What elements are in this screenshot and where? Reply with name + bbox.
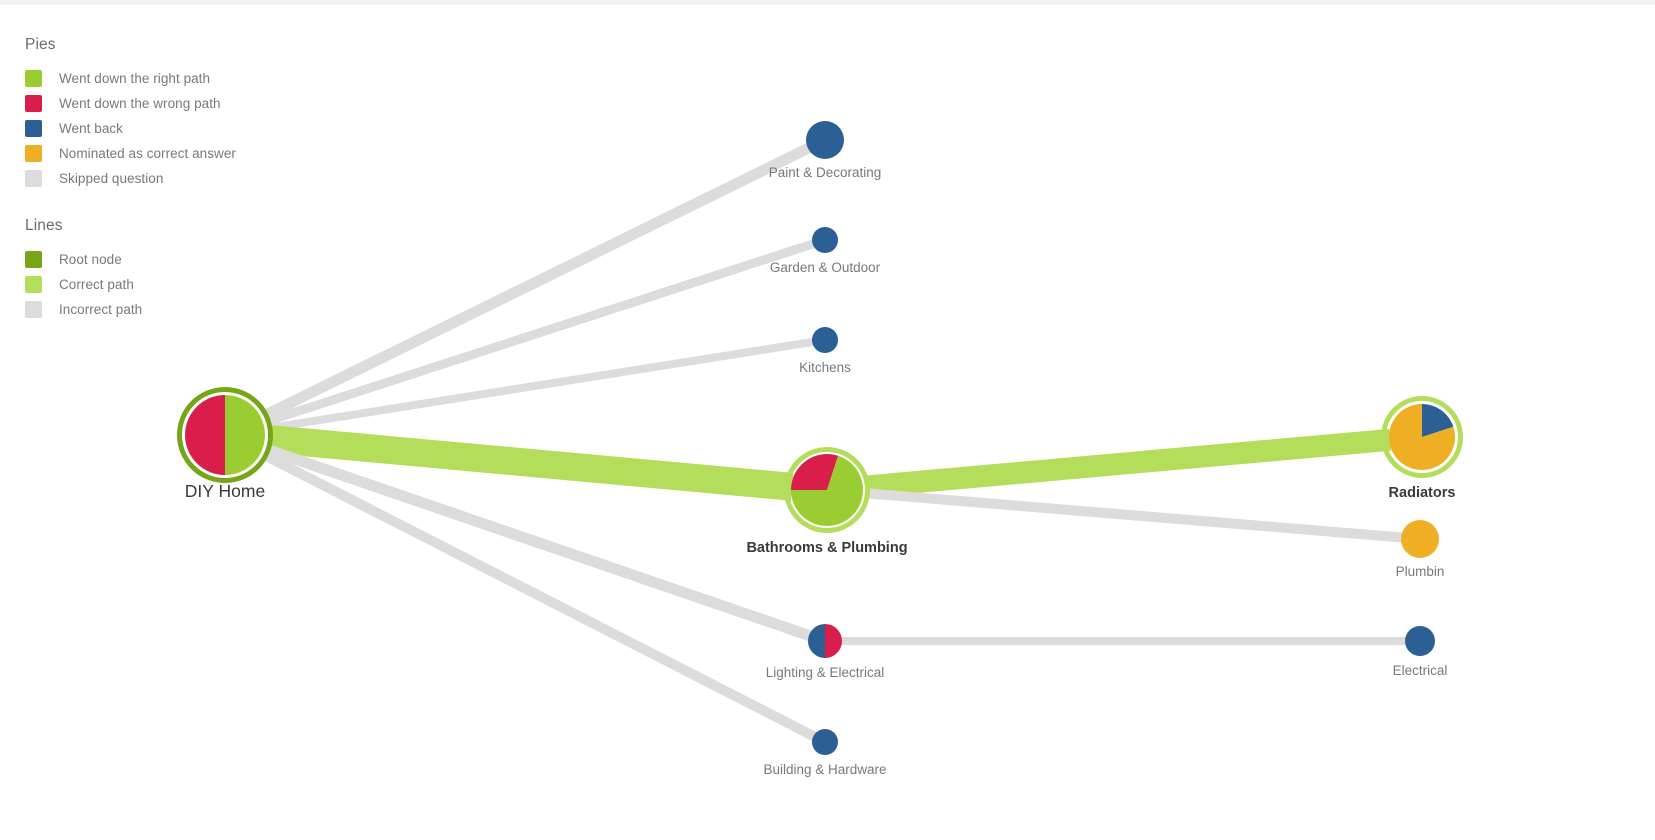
node-label-diy-home: DIY Home — [185, 481, 265, 501]
graph-node-paint-decorating[interactable] — [806, 121, 844, 159]
graph-node-bathrooms-plumbing[interactable] — [784, 447, 870, 533]
node-label-paint-decorating: Paint & Decorating — [769, 165, 882, 180]
graph-node-electrical[interactable] — [1405, 626, 1435, 656]
graph-node-building-hardware[interactable] — [812, 729, 838, 755]
node-pie-lighting-electrical-went_back — [808, 624, 825, 658]
node-label-plumbin: Plumbin — [1396, 564, 1445, 579]
graph-node-radiators[interactable] — [1381, 396, 1463, 478]
node-pie-kitchens-went_back — [812, 327, 838, 353]
node-label-radiators: Radiators — [1389, 485, 1456, 501]
graph-node-kitchens[interactable] — [812, 327, 838, 353]
node-pie-lighting-electrical-wrong_path — [825, 624, 842, 658]
node-pie-building-hardware-went_back — [812, 729, 838, 755]
graph-link-bathrooms-plumbing-to-radiators[interactable] — [866, 428, 1392, 498]
graph-node-diy-home[interactable] — [177, 387, 273, 483]
node-label-building-hardware: Building & Hardware — [763, 762, 886, 777]
graph-node-plumbin[interactable] — [1401, 520, 1439, 558]
graph-link-diy-home-to-kitchens[interactable] — [269, 337, 814, 432]
graph-link-lighting-electrical-to-electrical[interactable] — [840, 637, 1406, 645]
graph-node-garden-outdoor[interactable] — [812, 227, 838, 253]
node-label-lighting-electrical: Lighting & Electrical — [766, 665, 885, 680]
node-pie-plumbin-nominated — [1401, 520, 1439, 558]
graph-link-diy-home-to-bathrooms-plumbing[interactable] — [269, 425, 794, 501]
node-pie-electrical-went_back — [1405, 626, 1435, 656]
graph-node-lighting-electrical[interactable] — [808, 624, 842, 658]
graph-link-diy-home-to-paint-decorating[interactable] — [263, 143, 812, 420]
path-network-graph: DIY Home Paint & Decorating Garden & Outdo… — [177, 121, 1463, 777]
node-label-electrical: Electrical — [1393, 663, 1448, 678]
node-label-garden-outdoor: Garden & Outdoor — [770, 260, 881, 275]
node-label-kitchens: Kitchens — [799, 360, 851, 375]
node-pie-paint-decorating-went_back — [806, 121, 844, 159]
graph-link-diy-home-to-garden-outdoor[interactable] — [267, 239, 815, 426]
path-analysis-page: Pies Went down the right path Went down … — [0, 0, 1655, 840]
graph-link-bathrooms-plumbing-to-plumbin[interactable] — [867, 488, 1403, 543]
node-label-bathrooms-plumbing: Bathrooms & Plumbing — [746, 540, 907, 556]
node-pie-garden-outdoor-went_back — [812, 227, 838, 253]
